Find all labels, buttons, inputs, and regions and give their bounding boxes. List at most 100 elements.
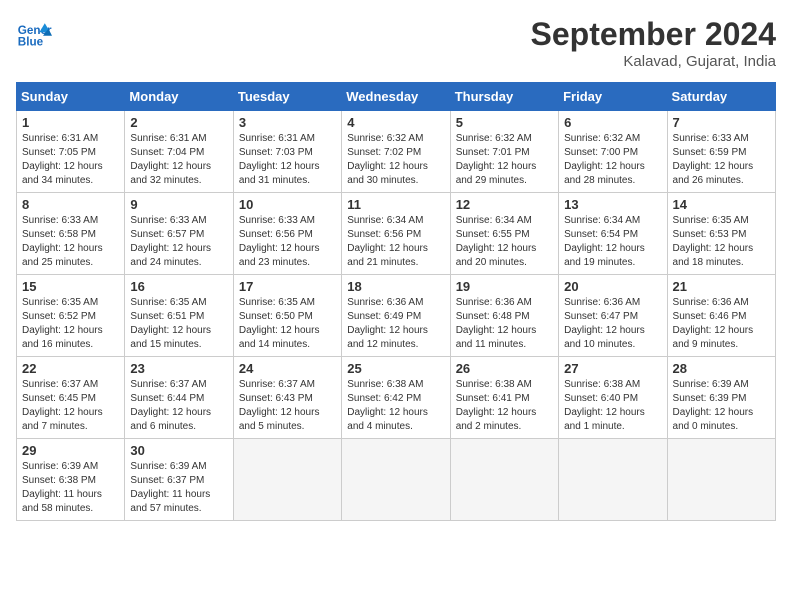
cell-info: Sunrise: 6:31 AM Sunset: 7:04 PM Dayligh…	[130, 132, 227, 188]
col-header-saturday: Saturday	[667, 83, 775, 111]
cell-info: Sunrise: 6:35 AM Sunset: 6:50 PM Dayligh…	[239, 296, 336, 352]
cell-info: Sunrise: 6:38 AM Sunset: 6:42 PM Dayligh…	[347, 378, 444, 434]
day-number: 7	[673, 115, 770, 130]
calendar-cell: 23 Sunrise: 6:37 AM Sunset: 6:44 PM Dayl…	[125, 357, 233, 439]
day-number: 22	[22, 361, 119, 376]
calendar-cell: 9 Sunrise: 6:33 AM Sunset: 6:57 PM Dayli…	[125, 193, 233, 275]
week-row-1: 1 Sunrise: 6:31 AM Sunset: 7:05 PM Dayli…	[17, 111, 776, 193]
cell-info: Sunrise: 6:33 AM Sunset: 6:59 PM Dayligh…	[673, 132, 770, 188]
day-number: 16	[130, 279, 227, 294]
calendar-cell: 19 Sunrise: 6:36 AM Sunset: 6:48 PM Dayl…	[450, 275, 558, 357]
day-number: 3	[239, 115, 336, 130]
calendar-cell: 6 Sunrise: 6:32 AM Sunset: 7:00 PM Dayli…	[559, 111, 667, 193]
day-number: 19	[456, 279, 553, 294]
calendar-cell	[667, 439, 775, 521]
calendar-cell: 17 Sunrise: 6:35 AM Sunset: 6:50 PM Dayl…	[233, 275, 341, 357]
cell-info: Sunrise: 6:36 AM Sunset: 6:47 PM Dayligh…	[564, 296, 661, 352]
col-header-tuesday: Tuesday	[233, 83, 341, 111]
cell-info: Sunrise: 6:36 AM Sunset: 6:48 PM Dayligh…	[456, 296, 553, 352]
week-row-4: 22 Sunrise: 6:37 AM Sunset: 6:45 PM Dayl…	[17, 357, 776, 439]
day-number: 17	[239, 279, 336, 294]
day-number: 25	[347, 361, 444, 376]
day-number: 2	[130, 115, 227, 130]
day-number: 6	[564, 115, 661, 130]
calendar-cell: 11 Sunrise: 6:34 AM Sunset: 6:56 PM Dayl…	[342, 193, 450, 275]
calendar-cell: 24 Sunrise: 6:37 AM Sunset: 6:43 PM Dayl…	[233, 357, 341, 439]
day-number: 5	[456, 115, 553, 130]
cell-info: Sunrise: 6:31 AM Sunset: 7:03 PM Dayligh…	[239, 132, 336, 188]
cell-info: Sunrise: 6:34 AM Sunset: 6:54 PM Dayligh…	[564, 214, 661, 270]
cell-info: Sunrise: 6:37 AM Sunset: 6:45 PM Dayligh…	[22, 378, 119, 434]
week-row-5: 29 Sunrise: 6:39 AM Sunset: 6:38 PM Dayl…	[17, 439, 776, 521]
cell-info: Sunrise: 6:32 AM Sunset: 7:02 PM Dayligh…	[347, 132, 444, 188]
col-header-friday: Friday	[559, 83, 667, 111]
cell-info: Sunrise: 6:34 AM Sunset: 6:55 PM Dayligh…	[456, 214, 553, 270]
calendar-cell: 13 Sunrise: 6:34 AM Sunset: 6:54 PM Dayl…	[559, 193, 667, 275]
day-number: 9	[130, 197, 227, 212]
calendar-cell: 30 Sunrise: 6:39 AM Sunset: 6:37 PM Dayl…	[125, 439, 233, 521]
calendar-cell: 26 Sunrise: 6:38 AM Sunset: 6:41 PM Dayl…	[450, 357, 558, 439]
day-number: 18	[347, 279, 444, 294]
cell-info: Sunrise: 6:39 AM Sunset: 6:37 PM Dayligh…	[130, 460, 227, 516]
col-header-thursday: Thursday	[450, 83, 558, 111]
calendar-cell: 28 Sunrise: 6:39 AM Sunset: 6:39 PM Dayl…	[667, 357, 775, 439]
calendar-cell: 4 Sunrise: 6:32 AM Sunset: 7:02 PM Dayli…	[342, 111, 450, 193]
week-row-3: 15 Sunrise: 6:35 AM Sunset: 6:52 PM Dayl…	[17, 275, 776, 357]
calendar-cell: 25 Sunrise: 6:38 AM Sunset: 6:42 PM Dayl…	[342, 357, 450, 439]
day-number: 29	[22, 443, 119, 458]
cell-info: Sunrise: 6:34 AM Sunset: 6:56 PM Dayligh…	[347, 214, 444, 270]
cell-info: Sunrise: 6:38 AM Sunset: 6:41 PM Dayligh…	[456, 378, 553, 434]
day-number: 20	[564, 279, 661, 294]
svg-text:Blue: Blue	[18, 36, 44, 49]
cell-info: Sunrise: 6:36 AM Sunset: 6:49 PM Dayligh…	[347, 296, 444, 352]
cell-info: Sunrise: 6:39 AM Sunset: 6:38 PM Dayligh…	[22, 460, 119, 516]
day-number: 13	[564, 197, 661, 212]
calendar-cell: 10 Sunrise: 6:33 AM Sunset: 6:56 PM Dayl…	[233, 193, 341, 275]
cell-info: Sunrise: 6:36 AM Sunset: 6:46 PM Dayligh…	[673, 296, 770, 352]
cell-info: Sunrise: 6:32 AM Sunset: 7:01 PM Dayligh…	[456, 132, 553, 188]
day-number: 21	[673, 279, 770, 294]
calendar-cell: 27 Sunrise: 6:38 AM Sunset: 6:40 PM Dayl…	[559, 357, 667, 439]
calendar-table: SundayMondayTuesdayWednesdayThursdayFrid…	[16, 82, 776, 521]
calendar-cell: 7 Sunrise: 6:33 AM Sunset: 6:59 PM Dayli…	[667, 111, 775, 193]
calendar-cell: 15 Sunrise: 6:35 AM Sunset: 6:52 PM Dayl…	[17, 275, 125, 357]
cell-info: Sunrise: 6:35 AM Sunset: 6:52 PM Dayligh…	[22, 296, 119, 352]
cell-info: Sunrise: 6:33 AM Sunset: 6:57 PM Dayligh…	[130, 214, 227, 270]
calendar-cell: 14 Sunrise: 6:35 AM Sunset: 6:53 PM Dayl…	[667, 193, 775, 275]
calendar-cell: 3 Sunrise: 6:31 AM Sunset: 7:03 PM Dayli…	[233, 111, 341, 193]
calendar-cell: 5 Sunrise: 6:32 AM Sunset: 7:01 PM Dayli…	[450, 111, 558, 193]
calendar-cell	[233, 439, 341, 521]
calendar-cell: 8 Sunrise: 6:33 AM Sunset: 6:58 PM Dayli…	[17, 193, 125, 275]
location: Kalavad, Gujarat, India	[531, 53, 776, 70]
week-row-2: 8 Sunrise: 6:33 AM Sunset: 6:58 PM Dayli…	[17, 193, 776, 275]
day-number: 8	[22, 197, 119, 212]
col-header-sunday: Sunday	[17, 83, 125, 111]
day-number: 1	[22, 115, 119, 130]
calendar-cell: 12 Sunrise: 6:34 AM Sunset: 6:55 PM Dayl…	[450, 193, 558, 275]
col-header-wednesday: Wednesday	[342, 83, 450, 111]
logo-icon: General Blue	[16, 16, 52, 52]
cell-info: Sunrise: 6:31 AM Sunset: 7:05 PM Dayligh…	[22, 132, 119, 188]
day-number: 30	[130, 443, 227, 458]
day-number: 12	[456, 197, 553, 212]
page-header: General Blue September 2024 Kalavad, Guj…	[16, 16, 776, 70]
cell-info: Sunrise: 6:37 AM Sunset: 6:44 PM Dayligh…	[130, 378, 227, 434]
day-number: 11	[347, 197, 444, 212]
month-title: September 2024	[531, 16, 776, 53]
calendar-cell: 21 Sunrise: 6:36 AM Sunset: 6:46 PM Dayl…	[667, 275, 775, 357]
day-number: 14	[673, 197, 770, 212]
cell-info: Sunrise: 6:33 AM Sunset: 6:56 PM Dayligh…	[239, 214, 336, 270]
calendar-header-row: SundayMondayTuesdayWednesdayThursdayFrid…	[17, 83, 776, 111]
cell-info: Sunrise: 6:35 AM Sunset: 6:51 PM Dayligh…	[130, 296, 227, 352]
cell-info: Sunrise: 6:37 AM Sunset: 6:43 PM Dayligh…	[239, 378, 336, 434]
title-block: September 2024 Kalavad, Gujarat, India	[531, 16, 776, 70]
cell-info: Sunrise: 6:35 AM Sunset: 6:53 PM Dayligh…	[673, 214, 770, 270]
calendar-cell: 20 Sunrise: 6:36 AM Sunset: 6:47 PM Dayl…	[559, 275, 667, 357]
cell-info: Sunrise: 6:33 AM Sunset: 6:58 PM Dayligh…	[22, 214, 119, 270]
cell-info: Sunrise: 6:38 AM Sunset: 6:40 PM Dayligh…	[564, 378, 661, 434]
calendar-cell	[342, 439, 450, 521]
calendar-cell: 1 Sunrise: 6:31 AM Sunset: 7:05 PM Dayli…	[17, 111, 125, 193]
logo: General Blue	[16, 16, 52, 52]
day-number: 15	[22, 279, 119, 294]
calendar-cell: 16 Sunrise: 6:35 AM Sunset: 6:51 PM Dayl…	[125, 275, 233, 357]
